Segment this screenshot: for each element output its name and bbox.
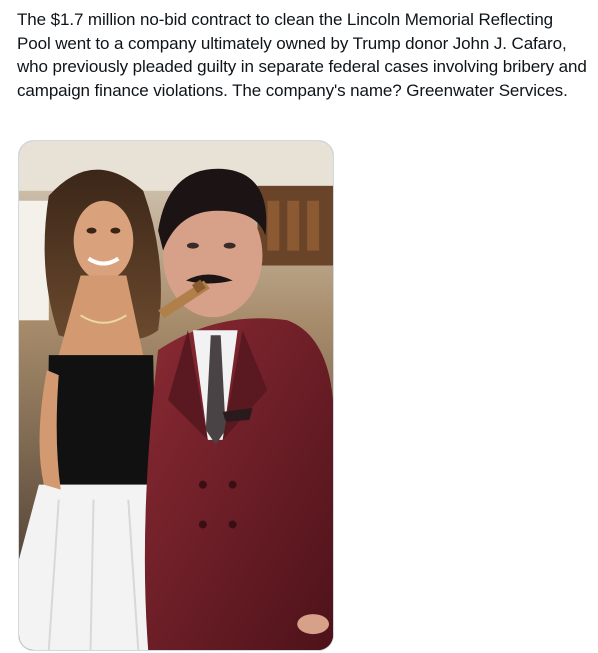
- tweet: The $1.7 million no-bid contract to clea…: [0, 0, 598, 653]
- tweet-photo[interactable]: [18, 140, 334, 651]
- tweet-text: The $1.7 million no-bid contract to clea…: [17, 10, 587, 100]
- photo-illustration: [19, 141, 333, 650]
